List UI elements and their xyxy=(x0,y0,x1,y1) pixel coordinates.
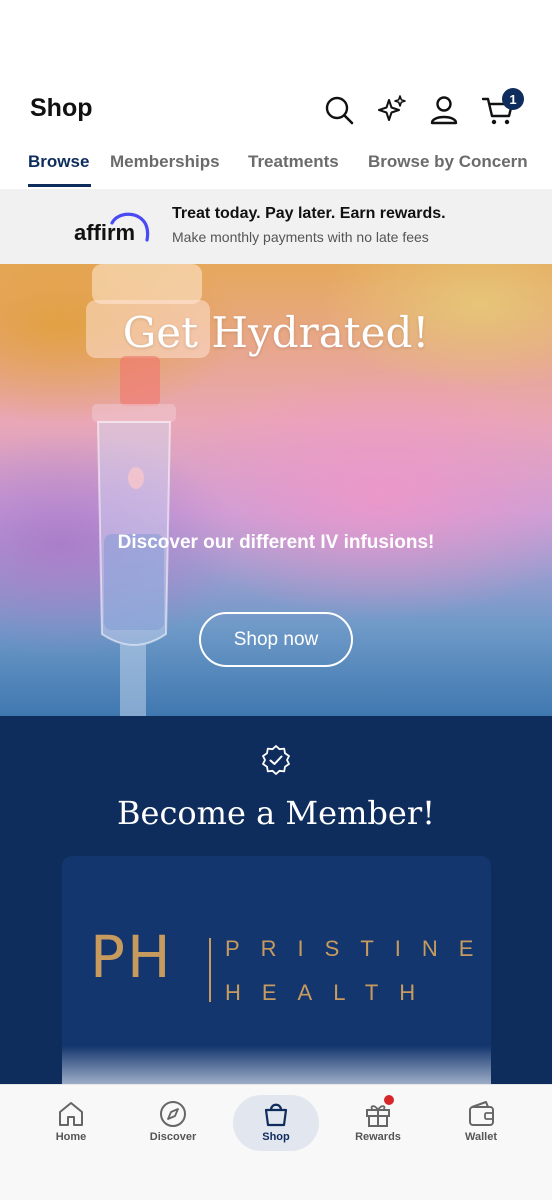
cart-icon[interactable]: 1 xyxy=(480,88,524,128)
tab-bar: Browse Memberships Treatments Browse by … xyxy=(0,148,552,188)
affirm-logo: affirm xyxy=(74,207,152,247)
affirm-headline: Treat today. Pay later. Earn rewards. xyxy=(172,205,446,222)
nav-discover-label: Discover xyxy=(149,1131,197,1143)
home-icon xyxy=(59,1102,83,1126)
affirm-logo-text: affirm xyxy=(74,220,135,245)
membership-section: Become a Member! PH PRISTINE HEALTH xyxy=(0,716,552,1084)
nav-wallet[interactable]: Wallet xyxy=(436,1095,526,1151)
nav-home[interactable]: Home xyxy=(26,1095,116,1151)
hero-title: Get Hydrated! xyxy=(122,308,430,357)
verified-badge-icon xyxy=(262,745,290,775)
nav-rewards[interactable]: Rewards xyxy=(333,1095,423,1151)
tab-treatments[interactable]: Treatments xyxy=(248,152,339,172)
nav-wallet-label: Wallet xyxy=(465,1131,497,1143)
affirm-banner[interactable]: affirm Treat today. Pay later. Earn rewa… xyxy=(0,189,552,264)
nav-rewards-label: Rewards xyxy=(355,1131,401,1143)
header: Shop 1 Browse Memberships Treatments Bro… xyxy=(0,0,552,188)
nav-home-label: Home xyxy=(55,1131,87,1143)
nav-discover[interactable]: Discover xyxy=(128,1095,218,1151)
bottom-nav: Home Discover Shop Rewards Wallet xyxy=(0,1084,552,1200)
rewards-notification-dot xyxy=(384,1095,394,1105)
tab-browse[interactable]: Browse xyxy=(28,152,89,172)
hero-banner[interactable]: Get Hydrated! Discover our different IV … xyxy=(0,264,552,716)
shopping-bag-icon xyxy=(264,1103,288,1127)
nav-shop-label: Shop xyxy=(262,1131,290,1143)
brand-line-2: HEALTH xyxy=(225,980,437,1005)
hero-subtitle: Discover our different IV infusions! xyxy=(117,532,435,553)
page-title: Shop xyxy=(30,94,93,122)
search-icon[interactable] xyxy=(321,92,357,128)
active-tab-indicator xyxy=(28,184,91,187)
tab-browse-by-concern[interactable]: Browse by Concern xyxy=(368,152,528,172)
sparkle-icon[interactable] xyxy=(374,92,410,128)
member-title: Become a Member! xyxy=(117,794,435,832)
pristine-health-logo-initials: PH xyxy=(90,923,173,991)
user-icon[interactable] xyxy=(426,92,462,128)
affirm-subtext: Make monthly payments with no late fees xyxy=(172,229,429,245)
cart-badge: 1 xyxy=(502,88,524,110)
membership-card[interactable]: PH PRISTINE HEALTH xyxy=(62,856,491,1084)
tab-memberships[interactable]: Memberships xyxy=(110,152,220,172)
compass-icon xyxy=(160,1101,186,1127)
brand-line-1: PRISTINE xyxy=(225,936,491,961)
nav-shop[interactable]: Shop xyxy=(233,1095,319,1151)
wallet-icon xyxy=(469,1101,494,1126)
logo-divider xyxy=(209,938,211,1002)
shop-now-button[interactable]: Shop now xyxy=(199,612,353,667)
